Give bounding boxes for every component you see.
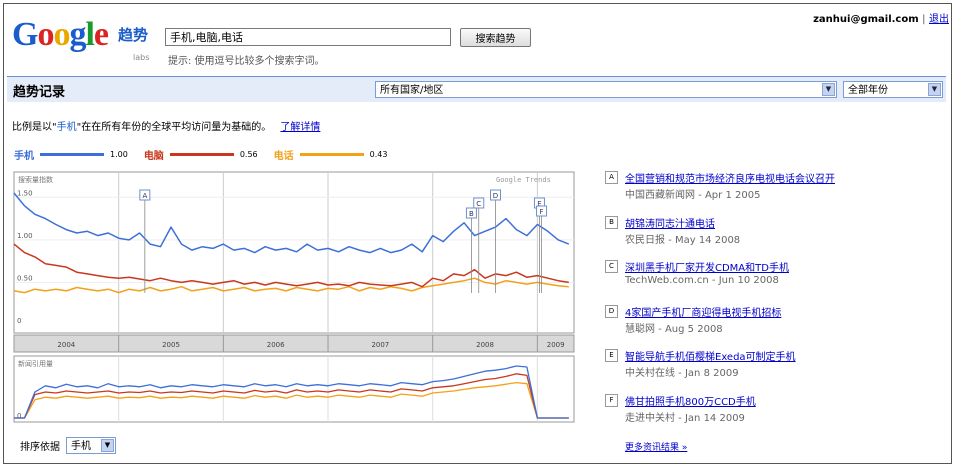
x-tick-label: 2007 (371, 341, 389, 349)
news-source-name: 走进中关村 (625, 412, 675, 424)
news-title-link[interactable]: 佛甘拍照手机800万CCD手机 (625, 393, 756, 408)
news-date: Jun 10 2008 (718, 275, 779, 286)
news-volume-label: 新闻引用量 (18, 359, 53, 368)
x-tick-label: 2006 (267, 341, 285, 349)
news-list: A 全国营销和规范市场经济良序电视电话会议召开 中国西藏新闻网 - Apr 1 … (605, 170, 945, 437)
news-item: D 4家国产手机厂商迎得电视手机招标 慧聪网 - Aug 5 2008 (605, 304, 945, 349)
news-title-link[interactable]: 全国营销和规范市场经济良序电视电话会议召开 (625, 170, 835, 185)
news-date: Jan 14 2009 (684, 412, 745, 424)
news-source-name: 中国西藏新闻网 (625, 190, 695, 201)
y-tick-label: 0.50 (17, 274, 33, 282)
news-item: A 全国营销和规范市场经济良序电视电话会议召开 中国西藏新闻网 - Apr 1 … (605, 170, 945, 215)
news-source-name: 慧聪网 (625, 323, 655, 335)
news-title-link[interactable]: 智能导航手机佰樱梯Exeda可制定手机 (625, 348, 796, 363)
news-marker-letter: C (476, 200, 481, 208)
y-tick-label: 1.00 (17, 232, 33, 240)
news-title-link[interactable]: 胡锦涛同志汁通电话 (625, 215, 715, 230)
news-item: B 胡锦涛同志汁通电话 农民日报 - May 14 2008 (605, 215, 945, 260)
news-date: Apr 1 2005 (704, 190, 761, 201)
x-tick-label: 2009 (547, 341, 565, 349)
news-date: Jan 8 2009 (684, 368, 739, 379)
sort-control: 排序依据 手机 ▼ (20, 437, 116, 454)
sort-select[interactable]: 手机 ▼ (66, 437, 116, 454)
sort-select-value: 手机 (71, 441, 91, 452)
more-news-link[interactable]: 更多资讯结果 » (625, 440, 687, 453)
news-marker-letter: B (469, 210, 474, 218)
search-volume-label: 搜索量指数 (18, 175, 53, 184)
news-source-name: 中关村在线 (625, 368, 675, 379)
news-y-tick-label: 0 (17, 412, 21, 420)
news-source: 农民日报 - May 14 2008 (625, 234, 741, 246)
news-source: TechWeb.com.cn - Jun 10 2008 (625, 275, 779, 286)
news-date: Aug 5 2008 (664, 323, 723, 335)
news-title-link[interactable]: 深圳黑手机厂家开发CDMA和TD手机 (625, 259, 789, 274)
chevron-down-icon[interactable]: ▼ (101, 439, 114, 452)
news-source: 慧聪网 - Aug 5 2008 (625, 323, 723, 335)
x-tick-label: 2004 (57, 341, 75, 349)
news-source-name: TechWeb.com.cn (625, 275, 709, 286)
news-marker-letter: C (605, 260, 618, 273)
y-tick-label: 0 (17, 317, 21, 325)
news-volume-panel (13, 355, 575, 423)
sort-label: 排序依据 (20, 442, 60, 453)
news-marker-letter: A (142, 192, 147, 200)
news-source: 走进中关村 - Jan 14 2009 (625, 412, 745, 424)
news-marker-letter: D (605, 304, 618, 318)
news-marker-letter: B (605, 215, 618, 229)
news-item: C 深圳黑手机厂家开发CDMA和TD手机 TechWeb.com.cn - Ju… (605, 259, 945, 304)
news-marker-letter: D (493, 192, 498, 200)
news-title-link[interactable]: 4家国产手机厂商迎得电视手机招标 (625, 304, 781, 319)
news-source: 中关村在线 - Jan 8 2009 (625, 368, 739, 379)
news-source: 中国西藏新闻网 - Apr 1 2005 (625, 190, 761, 201)
news-marker-letter: A (605, 171, 618, 184)
news-item: F 佛甘拍照手机800万CCD手机 走进中关村 - Jan 14 2009 (605, 393, 945, 438)
news-source-name: 农民日报 (625, 234, 665, 246)
x-tick-label: 2008 (476, 341, 494, 349)
y-tick-label: 1.50 (17, 189, 33, 197)
x-tick-label: 2005 (162, 341, 180, 349)
news-item: E 智能导航手机佰樱梯Exeda可制定手机 中关村在线 - Jan 8 2009 (605, 348, 945, 393)
news-marker-letter: E (605, 349, 618, 362)
news-marker-letter: F (540, 208, 544, 216)
news-date: May 14 2008 (674, 234, 741, 246)
news-marker-letter: F (605, 393, 618, 407)
google-trends-watermark: Google Trends (496, 176, 551, 184)
